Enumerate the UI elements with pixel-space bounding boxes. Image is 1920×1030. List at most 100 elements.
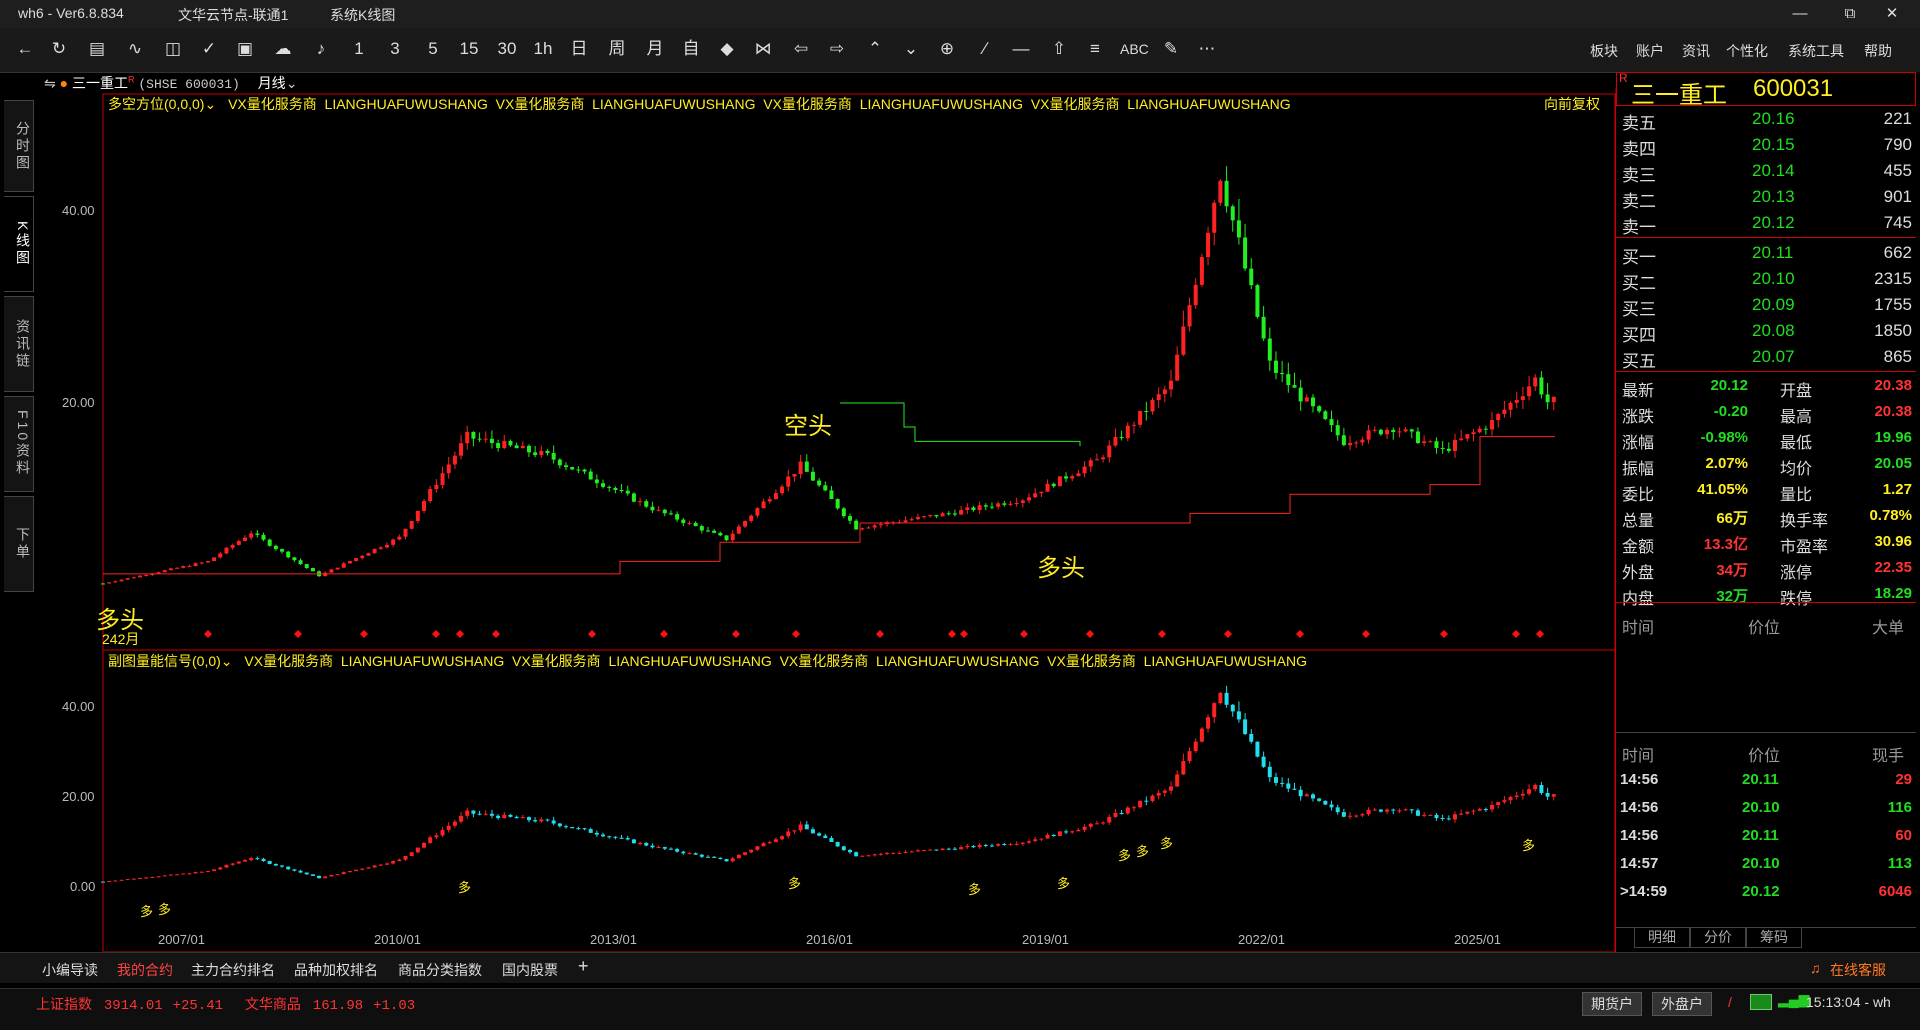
- shrink-icon[interactable]: ⋈: [752, 38, 774, 60]
- index-ticker[interactable]: 上证指数 3914.01 +25.41 文华商品 161.98 +1.03: [36, 994, 415, 1014]
- sub-candle-body: [1107, 816, 1112, 823]
- expand-icon[interactable]: ◆: [716, 38, 738, 60]
- down-icon[interactable]: ⌄: [900, 38, 922, 60]
- tab-price-dist[interactable]: 分价: [1690, 927, 1746, 948]
- period-day[interactable]: 日: [568, 38, 590, 60]
- close-icon[interactable]: ✕: [1872, 2, 1912, 26]
- candle-body: [1051, 483, 1056, 487]
- tab-chips[interactable]: 筹码: [1746, 927, 1802, 948]
- server-node[interactable]: 文华云节点-联通1: [178, 5, 288, 25]
- tab-domestic-stocks[interactable]: 国内股票: [502, 960, 558, 980]
- candle-body: [625, 490, 630, 494]
- ask-row[interactable]: 卖三 20.14 455: [1616, 158, 1916, 185]
- candle-body: [1187, 305, 1192, 327]
- candle-body: [996, 503, 1001, 507]
- draw-line-icon[interactable]: ∕: [974, 38, 996, 60]
- chevron-down-icon[interactable]: ⌄: [221, 653, 233, 669]
- period-week[interactable]: 周: [606, 38, 628, 60]
- sub-candle-body: [847, 850, 852, 853]
- menu-news[interactable]: 资讯: [1682, 41, 1710, 61]
- bid-row[interactable]: 买三 20.09 1755: [1616, 292, 1916, 319]
- kline-chart[interactable]: 多多多多多多多 多多多: [0, 88, 1616, 952]
- back-arrow-icon[interactable]: ←: [14, 38, 36, 60]
- menu-account[interactable]: 账户: [1636, 41, 1664, 61]
- adjust-mode[interactable]: 向前复权: [1544, 94, 1600, 114]
- stat-row: 振幅 2.07% 均价 20.05: [1616, 452, 1916, 478]
- ask-row[interactable]: 卖四 20.15 790: [1616, 132, 1916, 159]
- candle-icon[interactable]: ◫: [162, 38, 184, 60]
- foreign-account-button[interactable]: 外盘户: [1652, 992, 1712, 1016]
- candle-body: [946, 513, 951, 515]
- sub-candle-body: [489, 813, 494, 816]
- tab-my-contracts[interactable]: 我的合约: [117, 960, 173, 980]
- sub-candle-body: [280, 865, 285, 867]
- futures-account-button[interactable]: 期货户: [1582, 992, 1642, 1016]
- sub-candle-body: [1064, 831, 1069, 833]
- minimize-icon[interactable]: —: [1780, 2, 1820, 26]
- period-5[interactable]: 5: [422, 38, 444, 60]
- period-3[interactable]: 3: [384, 38, 406, 60]
- sub-candle-body: [415, 847, 420, 853]
- app-version: wh6 - Ver6.8.834: [18, 5, 124, 21]
- signal-diamond: [204, 630, 212, 638]
- period-custom[interactable]: 自: [680, 38, 702, 60]
- bid-row[interactable]: 买一 20.11 662: [1616, 240, 1916, 267]
- add-tab-button[interactable]: +: [578, 956, 589, 977]
- up-icon[interactable]: ⌃: [864, 38, 886, 60]
- bell-icon[interactable]: ♪: [310, 38, 332, 60]
- screen-icon[interactable]: ▣: [234, 38, 256, 60]
- fib-icon[interactable]: ≡: [1084, 38, 1106, 60]
- stat-label: 换手率: [1780, 513, 1829, 530]
- candle-body: [1138, 410, 1143, 425]
- cloud-icon[interactable]: ☁: [272, 38, 294, 60]
- refresh-icon[interactable]: ↻: [48, 38, 70, 60]
- ask-volume: 901: [1883, 187, 1912, 206]
- ask-row[interactable]: 卖一 20.12 745: [1616, 210, 1916, 237]
- candle-body: [952, 513, 957, 515]
- hline-icon[interactable]: —: [1010, 38, 1032, 60]
- sub-candle-body: [1051, 834, 1056, 837]
- period-1h[interactable]: 1h: [532, 38, 554, 60]
- candle-body: [175, 567, 180, 569]
- bid-row[interactable]: 买四 20.08 1850: [1616, 318, 1916, 345]
- ask-row[interactable]: 卖二 20.13 901: [1616, 184, 1916, 211]
- headset-icon[interactable]: ♫: [1810, 960, 1821, 976]
- menu-system-tools[interactable]: 系统工具: [1788, 41, 1844, 61]
- right-icon[interactable]: ⇨: [826, 38, 848, 60]
- menu-help[interactable]: 帮助: [1864, 41, 1892, 61]
- period-15[interactable]: 15: [458, 38, 480, 60]
- period-month[interactable]: 月: [644, 38, 666, 60]
- sub-candle-body: [761, 843, 766, 847]
- crosshair-icon[interactable]: ⊕: [936, 38, 958, 60]
- ask-row[interactable]: 卖五 20.16 221: [1616, 106, 1916, 133]
- text-tool-icon[interactable]: ABC: [1120, 38, 1149, 60]
- arrow-up-icon[interactable]: ⇧: [1048, 38, 1070, 60]
- menu-personalize[interactable]: 个性化: [1726, 41, 1768, 61]
- period-1[interactable]: 1: [348, 38, 370, 60]
- line-chart-icon[interactable]: ∿: [124, 38, 146, 60]
- candle-body: [983, 505, 988, 507]
- candle-body: [131, 577, 136, 579]
- pen-icon[interactable]: ✎: [1160, 38, 1182, 60]
- menu-sector[interactable]: 板块: [1590, 41, 1618, 61]
- stat-value: 1.27: [1882, 481, 1912, 498]
- connection-icon[interactable]: [1750, 994, 1772, 1010]
- left-icon[interactable]: ⇦: [790, 38, 812, 60]
- candle-body: [1206, 232, 1211, 258]
- tab-main-contract-rank[interactable]: 主力合约排名: [191, 960, 275, 980]
- report-icon[interactable]: ▤: [86, 38, 108, 60]
- bid-row[interactable]: 买二 20.10 2315: [1616, 266, 1916, 293]
- more-icon[interactable]: ⋯: [1196, 38, 1218, 60]
- indicator-icon[interactable]: ✓: [198, 38, 220, 60]
- restore-icon[interactable]: ⧉: [1830, 2, 1870, 26]
- period-30[interactable]: 30: [496, 38, 518, 60]
- main-indicator-select[interactable]: 多空方位(0,0,0): [108, 96, 204, 112]
- bid-row[interactable]: 买五 20.07 865: [1616, 344, 1916, 371]
- chevron-down-icon[interactable]: ⌄: [204, 96, 216, 112]
- tab-detail[interactable]: 明细: [1634, 927, 1690, 948]
- tab-commodity-index[interactable]: 商品分类指数: [398, 960, 482, 980]
- sub-indicator-select[interactable]: 副图量能信号(0,0): [108, 653, 221, 669]
- tab-weighted-rank[interactable]: 品种加权排名: [294, 960, 378, 980]
- tab-editor-guide[interactable]: 小编导读: [42, 960, 98, 980]
- online-service[interactable]: 在线客服: [1830, 960, 1886, 980]
